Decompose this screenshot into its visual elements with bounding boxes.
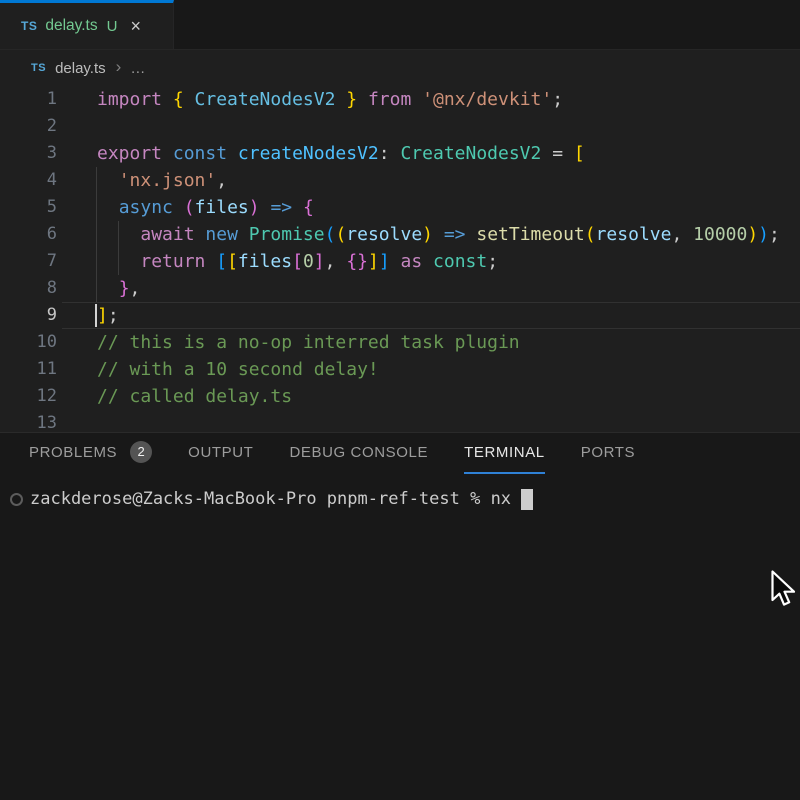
git-untracked-badge: U — [107, 18, 118, 35]
code-line[interactable]: 4 'nx.json', — [0, 167, 800, 194]
code-editor[interactable]: 1import { CreateNodesV2 } from '@nx/devk… — [0, 86, 800, 432]
line-number[interactable]: 13 — [0, 410, 57, 432]
chevron-right-icon: › — [116, 57, 122, 77]
code-line[interactable]: 5 async (files) => { — [0, 194, 800, 221]
panel-tab-label: PORTS — [581, 444, 635, 461]
panel-tab-label: TERMINAL — [464, 444, 545, 461]
panel-tab-debug-console[interactable]: DEBUG CONSOLE — [289, 435, 428, 474]
breadcrumb: TS delay.ts › … — [0, 50, 800, 86]
panel-tab-label: PROBLEMS — [29, 444, 117, 461]
line-number[interactable]: 7 — [0, 248, 57, 275]
code-line[interactable]: 1import { CreateNodesV2 } from '@nx/devk… — [0, 86, 800, 113]
code-text: async (files) => { — [57, 194, 314, 221]
editor-tab-bar: TS delay.ts U × — [0, 0, 800, 50]
code-text: }, — [57, 275, 140, 302]
code-line[interactable]: 2 — [0, 113, 800, 140]
breadcrumb-symbol-ellipsis[interactable]: … — [130, 60, 145, 77]
panel-tab-label: OUTPUT — [188, 444, 253, 461]
panel-tab-output[interactable]: OUTPUT — [188, 435, 253, 474]
code-text: return [[files[0], {}]] as const; — [57, 248, 498, 275]
typescript-icon: TS — [21, 19, 37, 33]
code-text — [57, 113, 97, 140]
line-number[interactable]: 12 — [0, 383, 57, 410]
tab-filename: delay.ts — [45, 17, 97, 35]
line-number[interactable]: 2 — [0, 113, 57, 140]
panel-tab-terminal[interactable]: TERMINAL — [464, 435, 545, 474]
typescript-icon: TS — [31, 62, 46, 74]
code-text: ]; — [57, 302, 119, 329]
text-caret — [95, 304, 97, 327]
line-number[interactable]: 9 — [0, 302, 57, 329]
problems-count-badge: 2 — [130, 441, 152, 463]
line-number[interactable]: 6 — [0, 221, 57, 248]
panel-tab-ports[interactable]: PORTS — [581, 435, 635, 474]
line-number[interactable]: 11 — [0, 356, 57, 383]
line-number[interactable]: 4 — [0, 167, 57, 194]
code-text: // called delay.ts — [57, 383, 292, 410]
code-line[interactable]: 13 — [0, 410, 800, 432]
code-text: import { CreateNodesV2 } from '@nx/devki… — [57, 86, 563, 113]
code-text: // this is a no-op interred task plugin — [57, 329, 520, 356]
line-number[interactable]: 8 — [0, 275, 57, 302]
code-text — [57, 410, 97, 432]
line-number[interactable]: 3 — [0, 140, 57, 167]
panel-tab-bar: PROBLEMS 2 OUTPUT DEBUG CONSOLE TERMINAL PORT… — [0, 433, 800, 475]
terminal-prompt: zackderose@Zacks-MacBook-Pro pnpm-ref-te… — [30, 488, 511, 510]
code-line[interactable]: 11// with a 10 second delay! — [0, 356, 800, 383]
close-icon[interactable]: × — [130, 17, 141, 35]
code-area: 1import { CreateNodesV2 } from '@nx/devk… — [0, 86, 800, 432]
code-line[interactable]: 12// called delay.ts — [0, 383, 800, 410]
code-text: // with a 10 second delay! — [57, 356, 379, 383]
code-line[interactable]: 8 }, — [0, 275, 800, 302]
code-line[interactable]: 10// this is a no-op interred task plugi… — [0, 329, 800, 356]
code-text: 'nx.json', — [57, 167, 227, 194]
command-indicator-icon — [10, 493, 23, 506]
code-line[interactable]: 9]; — [0, 302, 800, 329]
line-number[interactable]: 1 — [0, 86, 57, 113]
panel-tab-problems[interactable]: PROBLEMS 2 — [29, 435, 152, 474]
terminal-cursor — [521, 489, 533, 510]
code-line[interactable]: 7 return [[files[0], {}]] as const; — [0, 248, 800, 275]
code-line[interactable]: 3export const createNodesV2: CreateNodes… — [0, 140, 800, 167]
breadcrumb-file[interactable]: delay.ts — [55, 60, 106, 77]
terminal[interactable]: zackderose@Zacks-MacBook-Pro pnpm-ref-te… — [0, 488, 800, 510]
line-number[interactable]: 5 — [0, 194, 57, 221]
code-line[interactable]: 6 await new Promise((resolve) => setTime… — [0, 221, 800, 248]
tab-delay-ts[interactable]: TS delay.ts U × — [0, 0, 174, 49]
code-text: await new Promise((resolve) => setTimeou… — [57, 221, 780, 248]
vscode-window: TS delay.ts U × TS delay.ts › … 1import … — [0, 0, 800, 800]
code-text: export const createNodesV2: CreateNodesV… — [57, 140, 585, 167]
bottom-panel: PROBLEMS 2 OUTPUT DEBUG CONSOLE TERMINAL PORT… — [0, 432, 800, 800]
panel-tab-label: DEBUG CONSOLE — [289, 444, 428, 461]
line-number[interactable]: 10 — [0, 329, 57, 356]
